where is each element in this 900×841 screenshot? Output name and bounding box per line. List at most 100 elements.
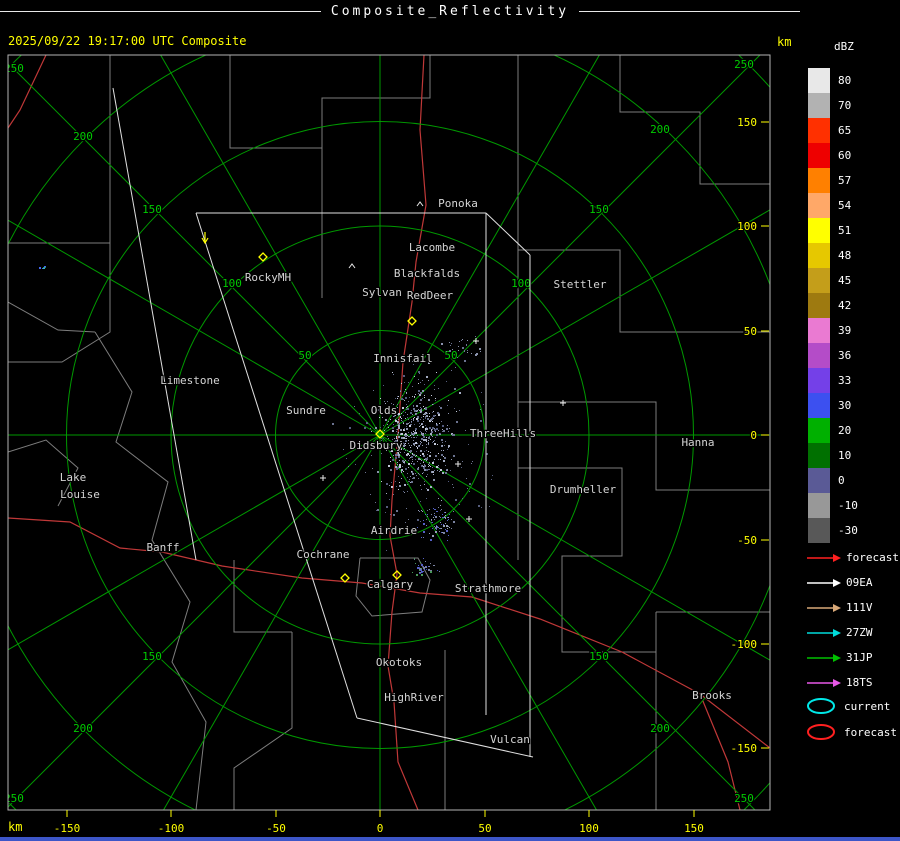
track-legend-row: 18TS (806, 670, 899, 695)
y-axis-label: 100 (737, 220, 757, 233)
county-boundary (230, 55, 322, 208)
coverage-outline (113, 88, 196, 560)
dbz-swatch (808, 443, 830, 468)
city-label: Calgary (367, 578, 414, 591)
dbz-swatch (808, 268, 830, 293)
track-legend-row: 09EA (806, 570, 899, 595)
dbz-scale-row: 0 (808, 468, 858, 493)
storm-ellipse-icon (804, 696, 840, 716)
dbz-scale-row: -30 (808, 518, 858, 543)
county-boundary (8, 302, 95, 332)
dbz-value-label: 57 (838, 174, 851, 187)
dbz-swatch (808, 493, 830, 518)
track-arrow-icon (806, 676, 842, 690)
dbz-scale-row: 57 (808, 168, 858, 193)
track-legend-row: forecast (806, 545, 899, 570)
dbz-scale-row: 48 (808, 243, 858, 268)
track-legend-row: 31JP (806, 645, 899, 670)
storm-ellipse-icon (804, 722, 840, 742)
dbz-swatch (808, 193, 830, 218)
dbz-swatch (808, 518, 830, 543)
dbz-scale-row: 39 (808, 318, 858, 343)
dbz-swatch (808, 293, 830, 318)
range-label: 200 (650, 722, 670, 735)
dbz-value-label: 65 (838, 124, 851, 137)
dbz-value-label: 0 (838, 474, 845, 487)
range-label: 200 (73, 130, 93, 143)
radar-app: Composite_Reflectivity 2025/09/22 19:17:… (0, 0, 900, 841)
city-label: Strathmore (455, 582, 521, 595)
radar-map-viewport[interactable]: 2502001501005050100150200250150200250150… (0, 0, 900, 841)
range-label: 200 (73, 722, 93, 735)
radial-line (100, 0, 380, 435)
city-label: Olds (371, 404, 398, 417)
dbz-value-label: 42 (838, 299, 851, 312)
track-arrow-icon (806, 626, 842, 640)
range-label: 150 (589, 203, 609, 216)
dbz-swatch (808, 418, 830, 443)
track-arrow-icon (806, 651, 842, 665)
dbz-value-label: 70 (838, 99, 851, 112)
dbz-color-scale: 80 70 65 60 57 54 51 48 45 42 39 36 33 30 20 10 0 -10-30 (808, 68, 858, 543)
legend-panel: dBZ 80 70 65 60 57 54 51 48 45 42 39 36 33 30 20 10 0 -10… (800, 0, 900, 836)
coverage-outlines (113, 88, 533, 757)
radial-line (0, 155, 380, 435)
dbz-swatch (808, 393, 830, 418)
track-id-label: 27ZW (846, 626, 873, 639)
city-label: Blackfalds (394, 267, 460, 280)
storm-shape-row: forecast (804, 719, 897, 745)
radial-line (380, 0, 660, 435)
track-legend: forecast 09EA 111V 27ZW 31JP 18TS (806, 545, 899, 695)
county-boundary (234, 632, 292, 810)
horizontal-scrollbar[interactable] (0, 837, 900, 841)
storm-shape-row: current (804, 693, 897, 719)
city-label: ThreeHills (470, 427, 536, 440)
dbz-value-label: 48 (838, 249, 851, 262)
dbz-value-label: 36 (838, 349, 851, 362)
track-legend-row: 111V (806, 595, 899, 620)
y-axis-label: -150 (731, 742, 758, 755)
dbz-scale-row: -10 (808, 493, 858, 518)
radial-line (0, 435, 380, 831)
track-legend-row: 27ZW (806, 620, 899, 645)
dbz-value-label: 51 (838, 224, 851, 237)
dbz-value-label: 80 (838, 74, 851, 87)
y-axis-label: 150 (737, 116, 757, 129)
caret-marker-icon (349, 264, 355, 268)
city-label: Airdrie (371, 524, 417, 537)
city-label: Banff (146, 541, 179, 554)
dbz-scale-row: 51 (808, 218, 858, 243)
storm-shape-label: forecast (844, 726, 897, 739)
track-arrow-icon (806, 576, 842, 590)
dbz-value-label: 20 (838, 424, 851, 437)
range-label: 100 (511, 277, 531, 290)
dbz-scale-row: 33 (808, 368, 858, 393)
dbz-value-label: 39 (838, 324, 851, 337)
track-id-label: 18TS (846, 676, 873, 689)
dbz-value-label: 45 (838, 274, 851, 287)
range-label: 150 (142, 650, 162, 663)
dbz-value-label: 33 (838, 374, 851, 387)
dbz-swatch (808, 168, 830, 193)
dbz-scale-row: 54 (808, 193, 858, 218)
x-axis-label: 150 (684, 822, 704, 835)
range-label: 100 (222, 277, 242, 290)
dbz-swatch (808, 218, 830, 243)
track-id-label: forecast (846, 551, 899, 564)
radial-line (380, 39, 776, 435)
dbz-swatch (808, 68, 830, 93)
y-axis-label: -100 (731, 638, 758, 651)
city-label: Ponoka (438, 197, 478, 210)
dbz-value-label: 30 (838, 399, 851, 412)
map-layer: 2502001501005050100150200250150200250150… (0, 0, 900, 841)
dbz-value-label: 10 (838, 449, 851, 462)
y-axis-label: 50 (744, 325, 757, 338)
track-id-label: 111V (846, 601, 873, 614)
dbz-swatch (808, 93, 830, 118)
dbz-scale-row: 60 (808, 143, 858, 168)
legend-title: dBZ (834, 40, 854, 53)
x-axis-label: 50 (478, 822, 491, 835)
range-label: 150 (142, 203, 162, 216)
dbz-scale-row: 36 (808, 343, 858, 368)
city-label: HighRiver (384, 691, 444, 704)
